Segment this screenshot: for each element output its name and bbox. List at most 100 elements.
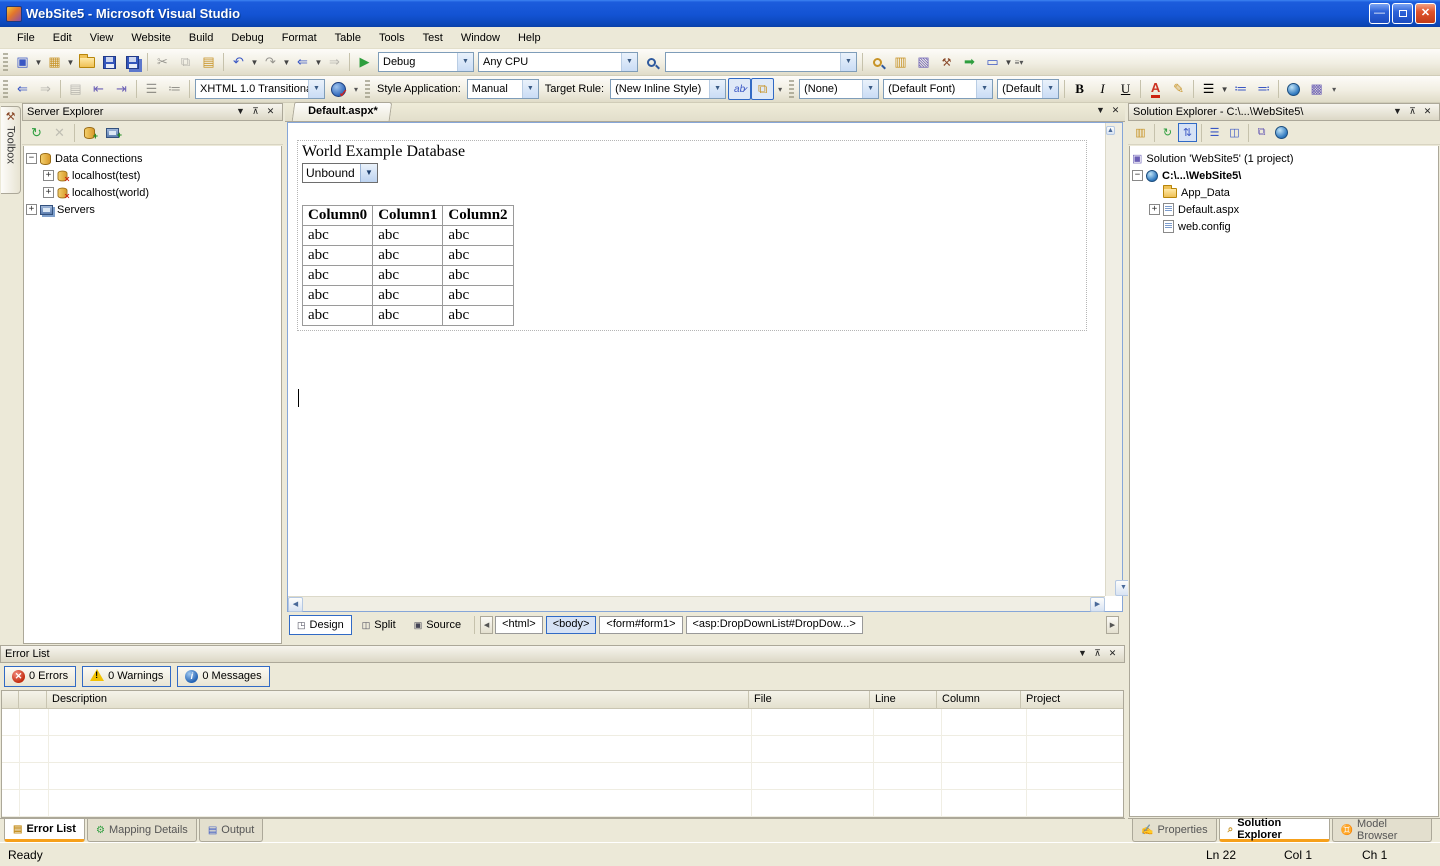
- close-panel-icon[interactable]: [1420, 105, 1435, 119]
- menu-help[interactable]: Help: [509, 29, 550, 47]
- dropdown-arrow-icon[interactable]: [360, 164, 377, 182]
- italic-button[interactable]: I: [1091, 78, 1114, 100]
- undo-button[interactable]: [227, 51, 250, 73]
- gridview-cell[interactable]: abc: [373, 306, 443, 326]
- font-name-combo[interactable]: (Default Font): [883, 79, 993, 99]
- properties-window-button[interactable]: [889, 51, 912, 73]
- editor-vertical-scrollbar[interactable]: [1105, 123, 1122, 596]
- tree-item-servers[interactable]: + Servers: [26, 201, 279, 218]
- tools-button[interactable]: [935, 51, 958, 73]
- find-in-files-button[interactable]: [866, 51, 889, 73]
- tab-model-browser[interactable]: Model Browser: [1332, 819, 1432, 842]
- tree-item-localhost-test[interactable]: + localhost(test): [26, 167, 279, 184]
- new-website-dropdown-icon[interactable]: [34, 51, 43, 73]
- project-column-header[interactable]: Project: [1021, 691, 1123, 708]
- toolbar-grip[interactable]: [3, 80, 8, 98]
- connect-to-database-button[interactable]: [78, 122, 101, 144]
- window-position-icon[interactable]: [233, 105, 248, 119]
- align-button[interactable]: [1197, 78, 1220, 100]
- gridview-cell[interactable]: abc: [303, 266, 373, 286]
- tab-properties[interactable]: Properties: [1132, 819, 1217, 842]
- tab-mapping-details[interactable]: Mapping Details: [87, 819, 197, 842]
- underline-button[interactable]: U: [1114, 78, 1137, 100]
- design-view-button[interactable]: Design: [289, 615, 352, 635]
- combo-dropdown-icon[interactable]: [1042, 80, 1058, 98]
- view-code-button[interactable]: [1205, 123, 1224, 142]
- toolbar-overflow-button[interactable]: [1328, 78, 1340, 100]
- form-design-region[interactable]: World Example Database Unbound Column0 C…: [297, 140, 1087, 331]
- show-overlay-button[interactable]: [728, 78, 751, 100]
- gridview-cell[interactable]: abc: [303, 246, 373, 266]
- command-window-button[interactable]: [981, 51, 1004, 73]
- combo-dropdown-icon[interactable]: [862, 80, 878, 98]
- add-new-item-dropdown-icon[interactable]: [66, 51, 75, 73]
- gridview-header-cell[interactable]: Column2: [443, 206, 513, 226]
- page-heading-text[interactable]: World Example Database: [300, 143, 1084, 161]
- check-page-validation-button[interactable]: [327, 78, 350, 100]
- gridview-header-cell[interactable]: Column0: [303, 206, 373, 226]
- redo-button[interactable]: [259, 51, 282, 73]
- format-document-button[interactable]: [64, 78, 87, 100]
- gridview-cell[interactable]: abc: [373, 286, 443, 306]
- toolbar-grip[interactable]: [365, 80, 370, 98]
- toolbar-grip[interactable]: [789, 80, 794, 98]
- combo-dropdown-icon[interactable]: [457, 53, 473, 71]
- properties-button[interactable]: [1131, 123, 1150, 142]
- menu-edit[interactable]: Edit: [44, 29, 81, 47]
- description-column-header[interactable]: Description: [47, 691, 749, 708]
- connect-to-server-button[interactable]: [101, 122, 124, 144]
- tab-error-list[interactable]: Error List: [4, 819, 85, 842]
- gridview-cell[interactable]: abc: [373, 246, 443, 266]
- navigate-backward-dropdown-icon[interactable]: [314, 51, 323, 73]
- gridview-cell[interactable]: abc: [303, 226, 373, 246]
- html-navigate-back-button[interactable]: [11, 78, 34, 100]
- font-color-button[interactable]: A: [1144, 78, 1167, 100]
- gridview-cell[interactable]: abc: [373, 266, 443, 286]
- close-panel-icon[interactable]: [263, 105, 278, 119]
- undo-dropdown-icon[interactable]: [250, 51, 259, 73]
- combo-dropdown-icon[interactable]: [976, 80, 992, 98]
- menu-tools[interactable]: Tools: [370, 29, 414, 47]
- solution-configurations-combo[interactable]: Debug: [378, 52, 474, 72]
- line-column-header[interactable]: Line: [870, 691, 937, 708]
- close-panel-icon[interactable]: [1105, 647, 1120, 661]
- refresh-button[interactable]: [25, 122, 48, 144]
- solution-platforms-combo[interactable]: Any CPU: [478, 52, 638, 72]
- tag-form-form1[interactable]: <form#form1>: [599, 616, 682, 634]
- design-surface[interactable]: World Example Database Unbound Column0 C…: [288, 123, 1105, 596]
- expand-icon[interactable]: +: [43, 187, 54, 198]
- split-view-button[interactable]: Split: [354, 615, 404, 635]
- menu-website[interactable]: Website: [122, 29, 180, 47]
- highlight-button[interactable]: [1167, 78, 1190, 100]
- refresh-button[interactable]: [1158, 123, 1177, 142]
- combo-dropdown-icon[interactable]: [308, 80, 324, 98]
- collapse-icon[interactable]: −: [1132, 170, 1143, 181]
- find-button[interactable]: [640, 51, 663, 73]
- menu-table[interactable]: Table: [326, 29, 370, 47]
- gridview-header-cell[interactable]: Column1: [373, 206, 443, 226]
- tab-solution-explorer[interactable]: Solution Explorer: [1219, 819, 1330, 842]
- restore-button[interactable]: [1392, 3, 1413, 24]
- close-document-icon[interactable]: [1108, 104, 1123, 118]
- navigate-backward-button[interactable]: [291, 51, 314, 73]
- expand-icon[interactable]: +: [26, 204, 37, 215]
- gridview-cell[interactable]: abc: [443, 306, 513, 326]
- gridview-cell[interactable]: abc: [443, 246, 513, 266]
- toolbox-collapsed-tab[interactable]: Toolbox: [1, 106, 21, 194]
- tag-html[interactable]: <html>: [495, 616, 543, 634]
- close-button[interactable]: [1415, 3, 1436, 24]
- scroll-left-icon[interactable]: [288, 597, 303, 612]
- gridview-control[interactable]: Column0 Column1 Column2 abc abc abc abc …: [302, 205, 514, 326]
- menu-debug[interactable]: Debug: [222, 29, 272, 47]
- html-navigate-forward-button[interactable]: [34, 78, 57, 100]
- combo-dropdown-icon[interactable]: [709, 80, 725, 98]
- stop-refresh-button[interactable]: [48, 122, 71, 144]
- copy-button[interactable]: [174, 51, 197, 73]
- save-button[interactable]: [98, 51, 121, 73]
- gridview-cell[interactable]: abc: [443, 266, 513, 286]
- tree-item-project[interactable]: − C:\...\WebSite5\: [1132, 167, 1436, 184]
- layers-button[interactable]: [751, 78, 774, 100]
- errors-filter-button[interactable]: ✕ 0 Errors: [4, 666, 76, 687]
- tree-item-data-connections[interactable]: − Data Connections: [26, 150, 279, 167]
- tag-navigator-left-icon[interactable]: [480, 616, 493, 634]
